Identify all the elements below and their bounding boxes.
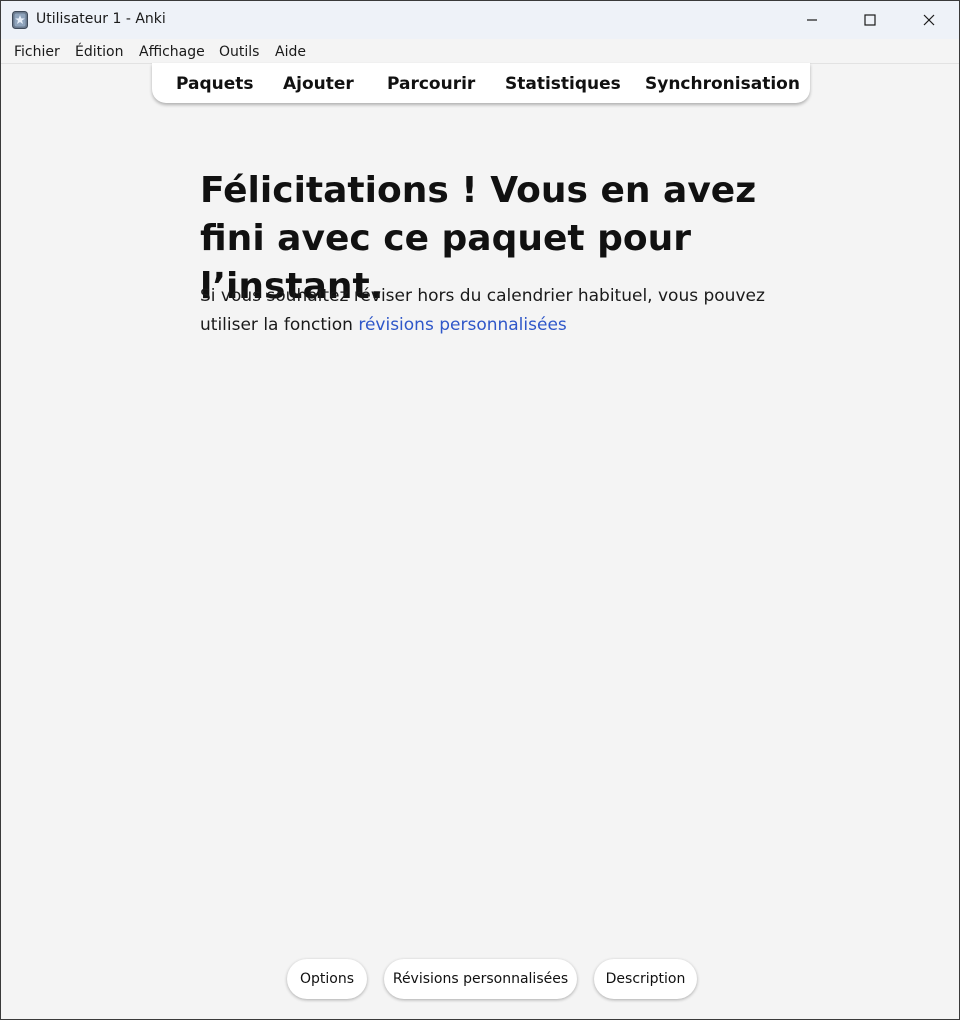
close-icon bbox=[923, 11, 935, 30]
toolbar-sync[interactable]: Synchronisation bbox=[645, 74, 800, 94]
menu-edition[interactable]: Édition bbox=[75, 44, 123, 60]
maximize-icon bbox=[864, 11, 876, 30]
menu-bar: Fichier Édition Affichage Outils Aide bbox=[1, 39, 959, 64]
toolbar-browse[interactable]: Parcourir bbox=[387, 74, 475, 94]
anki-icon bbox=[12, 11, 28, 29]
menu-affichage[interactable]: Affichage bbox=[139, 44, 205, 60]
menu-aide[interactable]: Aide bbox=[275, 44, 306, 60]
menu-outils[interactable]: Outils bbox=[219, 44, 259, 60]
window-title: Utilisateur 1 - Anki bbox=[36, 11, 166, 27]
close-button[interactable] bbox=[900, 1, 958, 39]
options-button[interactable]: Options bbox=[287, 959, 367, 999]
congrats-message: Si vous souhaitez réviser hors du calend… bbox=[200, 282, 770, 340]
minimize-button[interactable] bbox=[783, 1, 841, 39]
description-button[interactable]: Description bbox=[594, 959, 697, 999]
title-bar[interactable]: Utilisateur 1 - Anki bbox=[1, 1, 959, 39]
minimize-icon bbox=[806, 11, 818, 30]
menu-fichier[interactable]: Fichier bbox=[14, 44, 60, 60]
custom-study-button[interactable]: Révisions personnalisées bbox=[384, 959, 577, 999]
toolbar-stats[interactable]: Statistiques bbox=[505, 74, 621, 94]
top-toolbar: Paquets Ajouter Parcourir Statistiques S… bbox=[152, 63, 810, 103]
anki-window: Utilisateur 1 - Anki Fichier Édition Aff… bbox=[0, 0, 960, 1020]
custom-study-link[interactable]: révisions personnalisées bbox=[358, 315, 566, 335]
maximize-button[interactable] bbox=[841, 1, 899, 39]
toolbar-decks[interactable]: Paquets bbox=[176, 74, 254, 94]
toolbar-add[interactable]: Ajouter bbox=[283, 74, 354, 94]
